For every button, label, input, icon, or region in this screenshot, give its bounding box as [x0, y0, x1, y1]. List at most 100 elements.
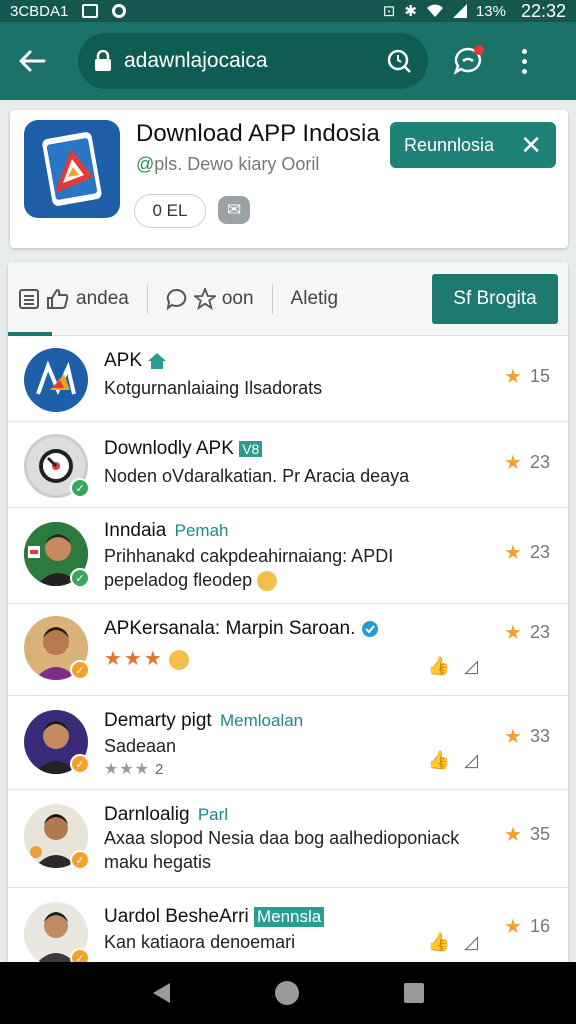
tab-aletig[interactable]: Aletig: [291, 288, 339, 310]
verified-badge-icon: ✓: [70, 754, 90, 774]
list-item[interactable]: ✓ Uardol BesheArri Mennsla Kan katiaora …: [8, 888, 568, 962]
star-icon: ★: [504, 366, 522, 388]
avatar: [24, 348, 88, 412]
system-nav-bar: [0, 962, 576, 1024]
app-header-card: Download APP Indosia @pls. Dewo kiary Oo…: [10, 110, 568, 248]
app-subtitle: @pls. Dewo kiary Ooril: [136, 154, 320, 174]
smile-emoji-icon: [257, 571, 278, 592]
region-button-label: Reunnlosia: [404, 134, 495, 155]
tab-bar: andea oon Aletig Sf Brogita: [8, 262, 568, 336]
star-icon: ★: [504, 542, 522, 564]
item-description: Axaa slopod Nesia daa bog aalhedioponiac…: [104, 828, 460, 848]
stars-icon: ★★★: [104, 761, 151, 778]
thumbs-up-icon: 👍: [427, 932, 451, 952]
list-item[interactable]: ✓ Demarty pigt Memloalan Sadeaan ★★★ 2 ★…: [8, 696, 568, 790]
version-chip[interactable]: 0 EL: [134, 194, 206, 228]
clock-face-icon: [39, 449, 73, 483]
smile-emoji-icon: [168, 650, 189, 671]
tab-active-brogita[interactable]: Sf Brogita: [432, 273, 558, 324]
rating: ★ 15: [504, 366, 550, 388]
rating: ★ 16: [504, 916, 550, 938]
item-title: APK: [104, 350, 167, 372]
search-icon[interactable]: [386, 48, 412, 74]
rating: ★ 23: [504, 452, 550, 474]
flag-icon: ◿: [464, 750, 478, 770]
close-icon[interactable]: ✕: [520, 132, 542, 158]
verified-badge-icon: ✓: [70, 568, 90, 588]
clock-time: 22:32: [520, 0, 566, 21]
app-logo[interactable]: [24, 120, 120, 218]
item-description: Sadeaan: [104, 736, 177, 756]
main-panel: andea oon Aletig Sf Brogita APK Kotgurna…: [8, 262, 568, 962]
divider: [146, 283, 148, 314]
flag-icon: ◿: [464, 656, 478, 676]
thumbs-up-icon: [47, 288, 69, 309]
star-rating-row: ★★★: [104, 646, 189, 671]
nav-recents-icon[interactable]: [403, 983, 424, 1003]
star-icon: ★: [504, 622, 522, 644]
list-item[interactable]: ✓ APKersanala: Marpin Saroan. ★★★ ★ 23 👍 ◿: [8, 604, 568, 696]
reaction-buttons[interactable]: 👍 ◿: [428, 750, 478, 771]
arrow-left-icon: [19, 50, 46, 72]
nav-home-icon[interactable]: [274, 981, 299, 1005]
item-title: Inndaia Pemah: [104, 520, 229, 541]
document-icon: [19, 288, 39, 309]
thumbs-up-icon: 👍: [427, 750, 451, 770]
address-bar[interactable]: adawnlajocaica: [78, 33, 428, 89]
region-button[interactable]: Reunnlosia ✕: [390, 122, 556, 168]
star-icon: ★: [504, 824, 522, 846]
list-item[interactable]: ✓ Inndaia Pemah Prihhanakd cakpdeahirnai…: [8, 508, 568, 604]
app-title: Download APP Indosia: [136, 120, 380, 147]
sync-icon: [112, 4, 127, 18]
notification-dot: [474, 45, 484, 55]
rating: ★ 33: [504, 726, 550, 748]
status-bar: 3CBDA1 ⊡ ✱ 13% 22:32: [0, 0, 576, 22]
star-icon: ★: [504, 452, 522, 474]
nav-back-icon[interactable]: [152, 983, 170, 1003]
back-button[interactable]: [12, 41, 52, 81]
lock-icon: [95, 50, 111, 71]
tab-andea[interactable]: andea: [18, 288, 129, 310]
signal-icon: [452, 4, 467, 18]
item-title: Uardol BesheArri Mennsla: [104, 906, 325, 928]
list-item[interactable]: ✓ Downlodly APK V8 Noden oVdaralkatian. …: [8, 422, 568, 508]
app-logo-icon: [42, 132, 102, 206]
list-item[interactable]: ✓ Darnloalig Parl Axaa slopod Nesia daa …: [8, 790, 568, 888]
rating: ★ 23: [504, 622, 550, 644]
verified-badge-icon: ✓: [70, 948, 90, 962]
notification-icon: [82, 4, 99, 18]
rating: ★ 35: [504, 824, 550, 846]
item-title: Darnloalig Parl: [104, 804, 229, 825]
bluetooth-icon: ✱: [404, 3, 417, 20]
item-title: Demarty pigt Memloalan: [104, 710, 304, 731]
item-description: Noden oVdaralkatian. Pr Aracia deaya: [104, 466, 410, 486]
wifi-icon: [426, 4, 443, 17]
flag-icon: ◿: [464, 932, 478, 952]
thumbs-up-icon: 👍: [427, 656, 451, 676]
mail-icon[interactable]: ✉: [218, 196, 250, 224]
divider: [271, 283, 273, 314]
list-item[interactable]: APK Kotgurnanlaiaing Ilsadorats ★ 15: [8, 336, 568, 422]
home-badge-icon: [148, 352, 167, 369]
carrier-text: 3CBDA1: [10, 2, 69, 20]
rating: ★ 23: [504, 542, 550, 564]
item-description-2: pepeladog fleodep: [104, 570, 278, 592]
stars-icon: ★★★: [104, 648, 164, 670]
more-options-button[interactable]: [512, 39, 536, 83]
star-count: ★★★ 2: [104, 761, 164, 778]
tab-oon[interactable]: oon: [166, 287, 254, 310]
comment-icon: [166, 288, 187, 310]
item-description-2: maku hegatis: [104, 852, 212, 872]
verified-badge-icon: ✓: [70, 850, 90, 870]
nfc-icon: ⊡: [382, 3, 396, 20]
reaction-buttons[interactable]: 👍 ◿: [428, 656, 478, 677]
item-description: Prihhanakd cakpdeahirnaiang: APDI: [104, 546, 394, 566]
apk-logo-icon: [36, 360, 76, 396]
messages-button[interactable]: [446, 39, 490, 83]
item-description: Kotgurnanlaiaing Ilsadorats: [104, 378, 323, 398]
verified-check-icon: [361, 620, 378, 637]
item-title: Downlodly APK V8: [104, 438, 263, 460]
app-bar: adawnlajocaica: [0, 22, 576, 100]
reaction-buttons[interactable]: 👍 ◿: [428, 932, 478, 953]
url-text: adawnlajocaica: [124, 49, 268, 72]
